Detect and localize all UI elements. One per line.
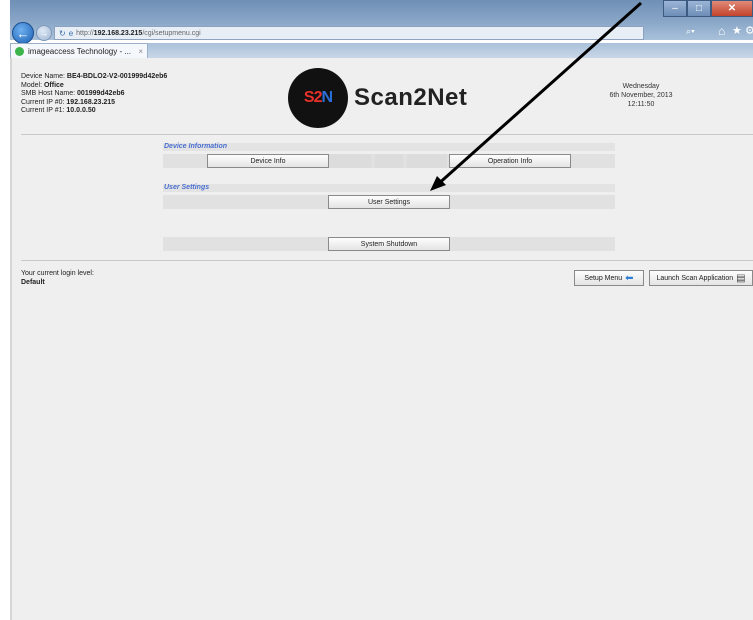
divider bbox=[21, 260, 753, 261]
favicon-icon bbox=[15, 46, 24, 56]
tab-strip bbox=[148, 43, 753, 58]
setup-menu-button[interactable]: Setup Menu ⬅ bbox=[574, 270, 644, 286]
maximize-button[interactable]: □ bbox=[687, 0, 711, 17]
ie-icon: e bbox=[68, 28, 74, 38]
launch-scan-application-button[interactable]: Launch Scan Application ▤ bbox=[649, 270, 753, 286]
minimize-button[interactable]: – bbox=[663, 0, 687, 17]
address-bar[interactable]: ↻ e http://192.168.23.215/cgi/setupmenu.… bbox=[54, 26, 644, 40]
divider bbox=[21, 134, 753, 135]
tab-close-icon[interactable]: × bbox=[138, 47, 143, 56]
forward-arrow-icon: → bbox=[39, 28, 49, 38]
star-icon[interactable]: ★ bbox=[732, 24, 742, 37]
window-controls: – □ ✕ bbox=[663, 0, 753, 17]
refresh-icon[interactable]: ↻ bbox=[59, 29, 66, 38]
close-window-button[interactable]: ✕ bbox=[711, 0, 753, 17]
section-device-information: Device Information bbox=[163, 143, 615, 151]
login-level: Your current login level: Default bbox=[21, 270, 94, 286]
logo-mark: S2N bbox=[288, 68, 348, 128]
tab-title: imageaccess Technology - ... bbox=[28, 46, 132, 56]
back-button[interactable]: ← bbox=[12, 22, 34, 44]
date-time: Wednesday 6th November, 2013 12:11:50 bbox=[609, 83, 673, 108]
user-settings-button[interactable]: User Settings bbox=[328, 195, 450, 209]
scanner-icon: ▤ bbox=[736, 272, 746, 284]
browser-chrome: – □ ✕ ← → ↻ e http://192.168.23.215/cgi/… bbox=[10, 0, 753, 58]
page-content: Device Name: BE4-BDLO2-V2-001999d42eb6 M… bbox=[10, 58, 753, 620]
gear-icon[interactable]: ⚙ bbox=[745, 24, 753, 37]
home-icon[interactable]: ⌂ bbox=[718, 24, 725, 38]
scan2net-logo: S2N Scan2Net bbox=[288, 68, 467, 128]
forward-button[interactable]: → bbox=[36, 25, 52, 41]
url-text: http://192.168.23.215/cgi/setupmenu.cgi bbox=[76, 29, 201, 37]
search-icon[interactable]: ⌕▾ bbox=[686, 26, 695, 37]
browser-tab[interactable]: imageaccess Technology - ... × bbox=[10, 43, 148, 58]
section-user-settings: User Settings bbox=[163, 184, 615, 192]
operation-info-button[interactable]: Operation Info bbox=[449, 154, 571, 168]
system-shutdown-button[interactable]: System Shutdown bbox=[328, 237, 450, 251]
back-arrow-icon: ⬅ bbox=[625, 272, 634, 284]
logo-text: Scan2Net bbox=[354, 84, 468, 111]
device-info-block: Device Name: BE4-BDLO2-V2-001999d42eb6 M… bbox=[21, 73, 168, 114]
back-arrow-icon: ← bbox=[16, 25, 30, 41]
device-info-button[interactable]: Device Info bbox=[207, 154, 329, 168]
